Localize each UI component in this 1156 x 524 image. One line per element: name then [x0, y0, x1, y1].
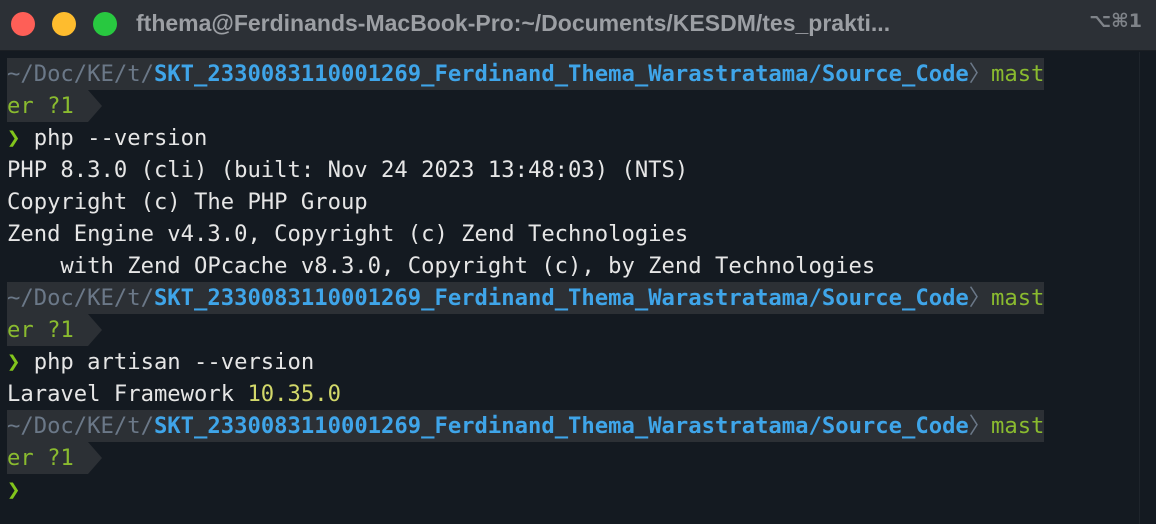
command-text: php artisan --version: [33, 349, 315, 375]
close-button[interactable]: [11, 12, 35, 36]
prompt-path-dim: ~/Doc/KE/t/: [7, 282, 154, 314]
prompt-line: ~/Doc/KE/t/SKT_2330083110001269_Ferdinan…: [7, 410, 1137, 442]
framework-label: Laravel Framework: [7, 381, 248, 407]
active-command-line[interactable]: ❯: [7, 474, 1137, 506]
prompt-line-wrap: er ?1: [7, 314, 1137, 346]
prompt-line-wrap: er ?1: [7, 442, 1137, 474]
prompt-line: ~/Doc/KE/t/SKT_2330083110001269_Ferdinan…: [7, 58, 1137, 90]
prompt-line-wrap: er ?1: [7, 90, 1137, 122]
output-line: with Zend OPcache v8.3.0, Copyright (c),…: [7, 253, 876, 279]
prompt-path-current: SKT_2330083110001269_Ferdinand_Thema_War…: [153, 410, 969, 442]
tab-shortcut-label: ⌥⌘1: [1089, 10, 1142, 32]
powerline-arrow-icon: [73, 442, 104, 474]
git-branch-end: er ?1: [7, 442, 74, 474]
prompt-line: ~/Doc/KE/t/SKT_2330083110001269_Ferdinan…: [7, 282, 1137, 314]
git-branch-start: mast: [990, 58, 1045, 90]
prompt-path-dim: ~/Doc/KE/t/: [7, 410, 154, 442]
powerline-arrow-icon: [73, 90, 104, 122]
output-line: Copyright (c) The PHP Group: [7, 189, 368, 215]
command-text: php --version: [33, 125, 208, 151]
output-line: Laravel Framework 10.35.0: [7, 378, 1137, 410]
prompt-symbol: ❯: [7, 125, 21, 151]
output-line: Zend Engine v4.3.0, Copyright (c) Zend T…: [7, 221, 689, 247]
prompt-separator: 〉: [968, 410, 991, 442]
terminal-window: fthema@Ferdinands-MacBook-Pro:~/Document…: [0, 0, 1156, 524]
prompt-path-current: SKT_2330083110001269_Ferdinand_Thema_War…: [153, 282, 969, 314]
zoom-button[interactable]: [93, 12, 117, 36]
minimize-button[interactable]: [52, 12, 76, 36]
prompt-path-dim: ~/Doc/KE/t/: [7, 58, 154, 90]
prompt-path-current: SKT_2330083110001269_Ferdinand_Thema_War…: [153, 58, 969, 90]
scrollbar[interactable]: [1139, 52, 1140, 524]
git-branch-start: mast: [990, 410, 1045, 442]
output-line: PHP 8.3.0 (cli) (built: Nov 24 2023 13:4…: [7, 157, 689, 183]
title-bar[interactable]: fthema@Ferdinands-MacBook-Pro:~/Document…: [0, 0, 1156, 51]
prompt-symbol: ❯: [7, 477, 21, 503]
terminal-output[interactable]: ~/Doc/KE/t/SKT_2330083110001269_Ferdinan…: [7, 58, 1137, 506]
git-branch-end: er ?1: [7, 90, 74, 122]
command-line: ❯ php artisan --version: [7, 346, 1137, 378]
prompt-separator: 〉: [968, 58, 991, 90]
powerline-arrow-icon: [73, 314, 104, 346]
prompt-separator: 〉: [968, 282, 991, 314]
git-branch-end: er ?1: [7, 314, 74, 346]
window-title: fthema@Ferdinands-MacBook-Pro:~/Document…: [136, 10, 891, 36]
framework-version: 10.35.0: [247, 381, 341, 407]
prompt-symbol: ❯: [7, 349, 21, 375]
command-line: ❯ php --version: [7, 122, 1137, 154]
git-branch-start: mast: [990, 282, 1045, 314]
